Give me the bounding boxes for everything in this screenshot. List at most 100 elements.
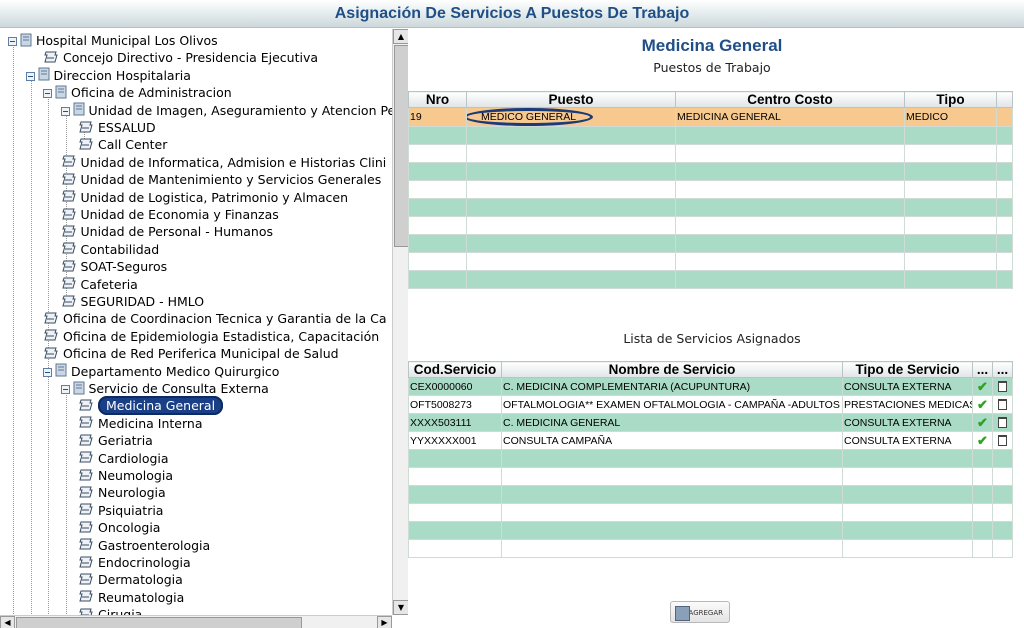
tree-node[interactable]: Unidad de Personal - Humanos [61, 223, 273, 240]
tree-node[interactable]: Unidad de Logistica, Patrimonio y Almace… [61, 189, 349, 206]
tree-node-label[interactable]: Unidad de Economia y Finanzas [81, 207, 279, 222]
delete-trash-icon[interactable] [998, 435, 1007, 447]
column-header-puesto[interactable]: Puesto [466, 91, 676, 108]
tree-node-label[interactable]: Unidad de Logistica, Patrimonio y Almace… [81, 190, 349, 205]
tree-node[interactable]: Medicina Interna [78, 415, 203, 432]
confirm-check-icon[interactable]: ✔ [977, 397, 988, 412]
tree-node[interactable]: Unidad de Informatica, Admision e Histor… [61, 154, 386, 171]
tree-node-label[interactable]: Cardiologia [98, 451, 169, 466]
tree-node[interactable]: Geriatria [78, 432, 153, 449]
tree-node[interactable]: Oficina de Coordinacion Tecnica y Garant… [43, 310, 387, 327]
table-row[interactable] [408, 162, 1013, 181]
column-header-cod-servicio[interactable]: Cod.Servicio [408, 361, 502, 378]
tree-node-label[interactable]: Oficina de Red Periferica Municipal de S… [63, 346, 339, 361]
table-row[interactable]: XXXX503111 C. MEDICINA GENERAL CONSULTA EX… [408, 413, 1013, 432]
table-row[interactable] [408, 503, 1013, 522]
tree-node-label[interactable]: Oficina de Coordinacion Tecnica y Garant… [63, 311, 387, 326]
confirm-check-icon[interactable]: ✔ [977, 433, 988, 448]
tree-node-label[interactable]: Medicina Interna [98, 416, 203, 431]
table-row[interactable]: YYXXXXX001 CONSULTA CAMPAÑA CONSULTA EXTER… [408, 431, 1013, 450]
scroll-up-arrow-icon[interactable]: ▲ [393, 29, 408, 44]
tree-node-label[interactable]: Servicio de Consulta Externa [89, 381, 269, 396]
column-header-tipo-servicio[interactable]: Tipo de Servicio [842, 361, 973, 378]
column-header-nombre-servicio[interactable]: Nombre de Servicio [501, 361, 843, 378]
tree-node[interactable]: Unidad de Economia y Finanzas [61, 206, 279, 223]
tree-node[interactable]: SEGURIDAD - HMLO [61, 293, 205, 310]
tree-node[interactable]: Call Center [78, 136, 167, 153]
tree-node[interactable]: Gastroenterologia [78, 537, 210, 554]
table-row[interactable] [408, 216, 1013, 235]
tree-node-label[interactable]: Dermatologia [98, 572, 183, 587]
table-row[interactable] [408, 126, 1013, 145]
tree-node-label[interactable]: Oficina de Epidemiologia Estadistica, Ca… [63, 329, 379, 344]
tree-node[interactable]: Contabilidad [61, 241, 160, 258]
tree-node-label[interactable]: Reumatologia [98, 590, 184, 605]
tree-node-label[interactable]: Oficina de Administracion [71, 85, 232, 100]
tree-node-label[interactable]: Contabilidad [81, 242, 160, 257]
collapse-toggle-icon[interactable] [60, 385, 70, 394]
tree-node-label[interactable]: Geriatria [98, 433, 153, 448]
scroll-thumb[interactable] [394, 45, 408, 247]
collapse-toggle-icon[interactable] [43, 367, 52, 377]
table-row[interactable] [408, 180, 1013, 199]
scroll-right-arrow-icon[interactable]: ▶ [377, 616, 392, 628]
tree-node-label[interactable]: SEGURIDAD - HMLO [81, 294, 205, 309]
tree-node[interactable]: Psiquiatria [78, 502, 163, 519]
tree-node-label[interactable]: Neurologia [98, 485, 166, 500]
tree-node-label[interactable]: Cirugia [98, 607, 142, 615]
tree-horizontal-scrollbar[interactable]: ◀ ▶ [0, 615, 392, 628]
tree-node[interactable]: ESSALUD [78, 119, 156, 136]
table-row[interactable]: 19 MEDICO GENERAL MEDICINA GENERAL MEDICO [408, 107, 1013, 127]
table-row[interactable] [408, 234, 1013, 253]
agregar-button[interactable]: AGREGAR [670, 601, 730, 623]
scroll-thumb[interactable] [16, 617, 302, 628]
column-header-centro-costo[interactable]: Centro Costo [675, 91, 905, 108]
tree-node[interactable]: SOAT-Seguros [61, 258, 167, 275]
collapse-toggle-icon[interactable] [25, 71, 35, 81]
tree-vertical-scrollbar[interactable]: ▲ ▼ [392, 29, 408, 615]
tree-node[interactable]: Oficina de Administracion [43, 84, 232, 101]
tree-node-label[interactable]: Endocrinologia [98, 555, 191, 570]
column-header-nro[interactable]: Nro [408, 91, 467, 108]
collapse-toggle-icon[interactable] [43, 89, 52, 99]
table-row[interactable] [408, 144, 1013, 163]
delete-trash-icon[interactable] [998, 381, 1007, 393]
tree-node-label[interactable]: ESSALUD [98, 120, 156, 135]
tree-node[interactable]: Departamento Medico Quirurgico [43, 363, 279, 380]
tree-node-label[interactable]: Unidad de Mantenimiento y Servicios Gene… [81, 172, 382, 187]
table-row[interactable] [408, 198, 1013, 217]
table-row[interactable] [408, 270, 1013, 289]
scroll-left-arrow-icon[interactable]: ◀ [0, 616, 15, 628]
tree-node-label[interactable]: Gastroenterologia [98, 538, 210, 553]
tree-node[interactable]: Reumatologia [78, 589, 184, 606]
tree-node[interactable]: Concejo Directivo - Presidencia Ejecutiv… [43, 49, 318, 66]
tree-node-label[interactable]: Oncologia [98, 520, 160, 535]
table-row[interactable] [408, 252, 1013, 271]
delete-trash-icon[interactable] [998, 417, 1007, 429]
tree-node[interactable]: Cardiologia [78, 450, 169, 467]
scroll-down-arrow-icon[interactable]: ▼ [393, 600, 408, 615]
tree-node[interactable]: Cirugia [78, 606, 142, 615]
table-row[interactable]: OFT5008273 OFTALMOLOGIA** EXAMEN OFTALMOL… [408, 395, 1013, 414]
tree-node-label[interactable]: Medicina General [98, 396, 224, 416]
tree-node[interactable]: Medicina General [78, 396, 224, 416]
collapse-toggle-icon[interactable] [60, 106, 70, 116]
tree-node-label[interactable]: Departamento Medico Quirurgico [71, 364, 279, 379]
tree-node[interactable]: Unidad de Mantenimiento y Servicios Gene… [61, 171, 382, 188]
tree-node[interactable]: Oncologia [78, 519, 160, 536]
tree-node[interactable]: Direccion Hospitalaria [25, 67, 191, 84]
table-row[interactable] [408, 485, 1013, 504]
tree-node-label[interactable]: Concejo Directivo - Presidencia Ejecutiv… [63, 50, 318, 65]
tree-node-label[interactable]: Unidad de Personal - Humanos [81, 224, 273, 239]
tree-node-label[interactable]: Call Center [98, 137, 167, 152]
tree-node[interactable]: Neumologia [78, 467, 173, 484]
table-row[interactable] [408, 449, 1013, 468]
confirm-check-icon[interactable]: ✔ [977, 379, 988, 394]
table-row[interactable] [408, 467, 1013, 486]
tree-node[interactable]: Cafeteria [61, 276, 138, 293]
tree-node-label[interactable]: Cafeteria [81, 277, 138, 292]
tree-node-label[interactable]: Psiquiatria [98, 503, 163, 518]
tree-node[interactable]: Oficina de Epidemiologia Estadistica, Ca… [43, 328, 379, 345]
tree-node-label[interactable]: Unidad de Imagen, Aseguramiento y Atenci… [89, 103, 393, 118]
tree-node[interactable]: Servicio de Consulta Externa [60, 380, 269, 397]
